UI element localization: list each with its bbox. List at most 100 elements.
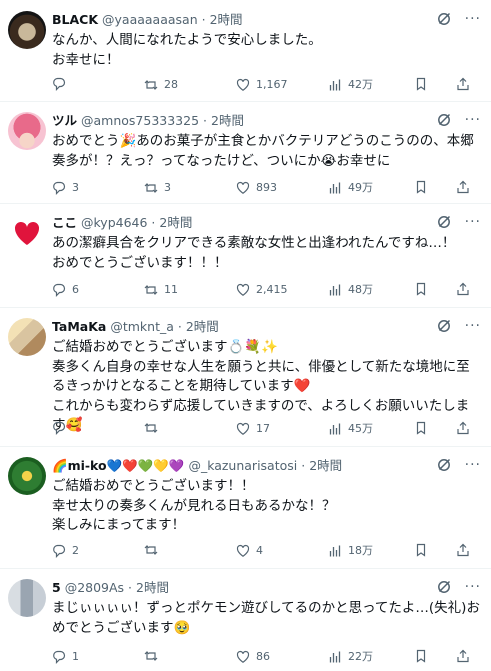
like-count: 2,415: [256, 283, 288, 296]
post[interactable]: TaMaKa @tmknt_a · 2時間 ··· ご結婚おめでとうございます💍…: [0, 308, 491, 447]
post[interactable]: ここ @kyp4646 · 2時間 ··· あの潔癖具合をクリアできる素敵な女性…: [0, 204, 491, 308]
post-time[interactable]: 2時間: [159, 215, 192, 230]
grok-icon[interactable]: [437, 580, 451, 594]
view-count: 22万: [348, 650, 373, 663]
user-handle[interactable]: @2809As: [65, 580, 124, 595]
reply-button[interactable]: 2: [52, 543, 79, 559]
view-count: 45万: [348, 422, 373, 435]
more-icon[interactable]: ···: [465, 458, 481, 472]
display-name[interactable]: BLACK: [52, 12, 98, 27]
user-handle[interactable]: @amnos75333325: [81, 113, 199, 128]
retweet-button[interactable]: [144, 543, 164, 557]
avatar[interactable]: [8, 318, 46, 356]
retweet-icon: [144, 651, 158, 661]
share-button[interactable]: [456, 649, 470, 663]
bookmark-button[interactable]: [414, 649, 428, 663]
post[interactable]: 5 @2809As · 2時間 ··· まじぃぃぃぃ！ずっとポケモン遊びしてるの…: [0, 569, 491, 671]
retweet-count: 11: [164, 283, 178, 296]
views-button[interactable]: 49万: [328, 180, 373, 196]
views-button[interactable]: 45万: [328, 421, 373, 437]
more-icon[interactable]: ···: [465, 12, 481, 26]
share-button[interactable]: [456, 421, 470, 435]
retweet-button[interactable]: 3: [144, 180, 171, 196]
more-icon[interactable]: ···: [465, 215, 481, 229]
post-time[interactable]: 2時間: [210, 12, 243, 27]
view-count: 49万: [348, 181, 373, 194]
more-icon[interactable]: ···: [465, 319, 481, 333]
like-button[interactable]: 1,167: [236, 77, 288, 93]
display-name[interactable]: 5: [52, 580, 61, 595]
post-time[interactable]: 2時間: [186, 319, 219, 334]
reply-button[interactable]: [52, 421, 72, 435]
views-button[interactable]: 18万: [328, 543, 373, 559]
separator-dot: ·: [301, 458, 306, 473]
display-name[interactable]: ここ: [52, 215, 77, 230]
reply-button[interactable]: 3: [52, 180, 79, 196]
retweet-button[interactable]: [144, 421, 164, 435]
bookmark-icon: [416, 282, 426, 296]
avatar[interactable]: [8, 11, 46, 49]
bookmark-button[interactable]: [414, 421, 428, 435]
bookmark-button[interactable]: [414, 180, 428, 194]
avatar[interactable]: [8, 214, 46, 252]
user-handle[interactable]: @_kazunarisatosi: [188, 458, 297, 473]
post[interactable]: ツル @amnos75333325 · 2時間 ··· おめでとう🎉あのお菓子が…: [0, 102, 491, 204]
like-button[interactable]: 893: [236, 180, 277, 196]
heart-icon: [236, 181, 250, 194]
more-icon[interactable]: ···: [465, 580, 481, 594]
display-name[interactable]: 🌈mi-ko💙❤️💚💛💜: [52, 458, 184, 473]
retweet-icon: [144, 423, 158, 433]
reply-button[interactable]: 6: [52, 282, 79, 298]
like-button[interactable]: 86: [236, 649, 270, 665]
retweet-button[interactable]: [144, 649, 164, 663]
retweet-icon: [144, 80, 158, 90]
post-header: 🌈mi-ko💙❤️💚💛💜 @_kazunarisatosi · 2時間: [52, 458, 451, 474]
heart-icon: [236, 544, 250, 557]
share-button[interactable]: [456, 543, 470, 557]
retweet-button[interactable]: 28: [144, 77, 178, 93]
like-button[interactable]: 2,415: [236, 282, 288, 298]
heart-icon: [236, 650, 250, 663]
post-time[interactable]: 2時間: [136, 580, 169, 595]
share-button[interactable]: [456, 180, 470, 194]
grok-icon[interactable]: [437, 12, 451, 26]
post-time[interactable]: 2時間: [211, 113, 244, 128]
display-name[interactable]: TaMaKa: [52, 319, 106, 334]
views-button[interactable]: 42万: [328, 77, 373, 93]
grok-icon[interactable]: [437, 215, 451, 229]
bookmark-button[interactable]: [414, 77, 428, 91]
views-button[interactable]: 22万: [328, 649, 373, 665]
avatar[interactable]: [8, 112, 46, 150]
reply-feed: BLACK @yaaaaaaasan · 2時間 ··· なんか、人間になれたよ…: [0, 0, 491, 671]
grok-icon[interactable]: [437, 113, 451, 127]
grok-icon[interactable]: [437, 319, 451, 333]
bookmark-button[interactable]: [414, 543, 428, 557]
share-button[interactable]: [456, 77, 470, 91]
bookmark-icon: [416, 543, 426, 557]
bookmark-icon: [416, 77, 426, 91]
avatar[interactable]: [8, 457, 46, 495]
reply-button[interactable]: [52, 77, 72, 91]
reply-button[interactable]: 1: [52, 649, 79, 665]
grok-icon[interactable]: [437, 458, 451, 472]
post-time[interactable]: 2時間: [309, 458, 342, 473]
share-button[interactable]: [456, 282, 470, 296]
post-text: ご結婚おめでとうございます！！ 幸せ太りの奏多くんが見れる日もあるかな！？ 楽し…: [52, 478, 336, 533]
display-name[interactable]: ツル: [52, 113, 77, 128]
post[interactable]: 🌈mi-ko💙❤️💚💛💜 @_kazunarisatosi · 2時間 ··· …: [0, 447, 491, 569]
avatar[interactable]: [8, 579, 46, 617]
views-button[interactable]: 48万: [328, 282, 373, 298]
more-icon[interactable]: ···: [465, 113, 481, 127]
post[interactable]: BLACK @yaaaaaaasan · 2時間 ··· なんか、人間になれたよ…: [0, 0, 491, 102]
like-button[interactable]: 17: [236, 421, 270, 437]
bookmark-button[interactable]: [414, 282, 428, 296]
reply-icon: [53, 544, 66, 558]
user-handle[interactable]: @kyp4646: [81, 215, 147, 230]
user-handle[interactable]: @tmknt_a: [110, 319, 174, 334]
like-button[interactable]: 4: [236, 543, 263, 559]
retweet-icon: [144, 545, 158, 555]
separator-dot: ·: [128, 580, 133, 595]
retweet-button[interactable]: 11: [144, 282, 178, 298]
user-handle[interactable]: @yaaaaaaasan: [102, 12, 198, 27]
bookmark-icon: [416, 421, 426, 435]
